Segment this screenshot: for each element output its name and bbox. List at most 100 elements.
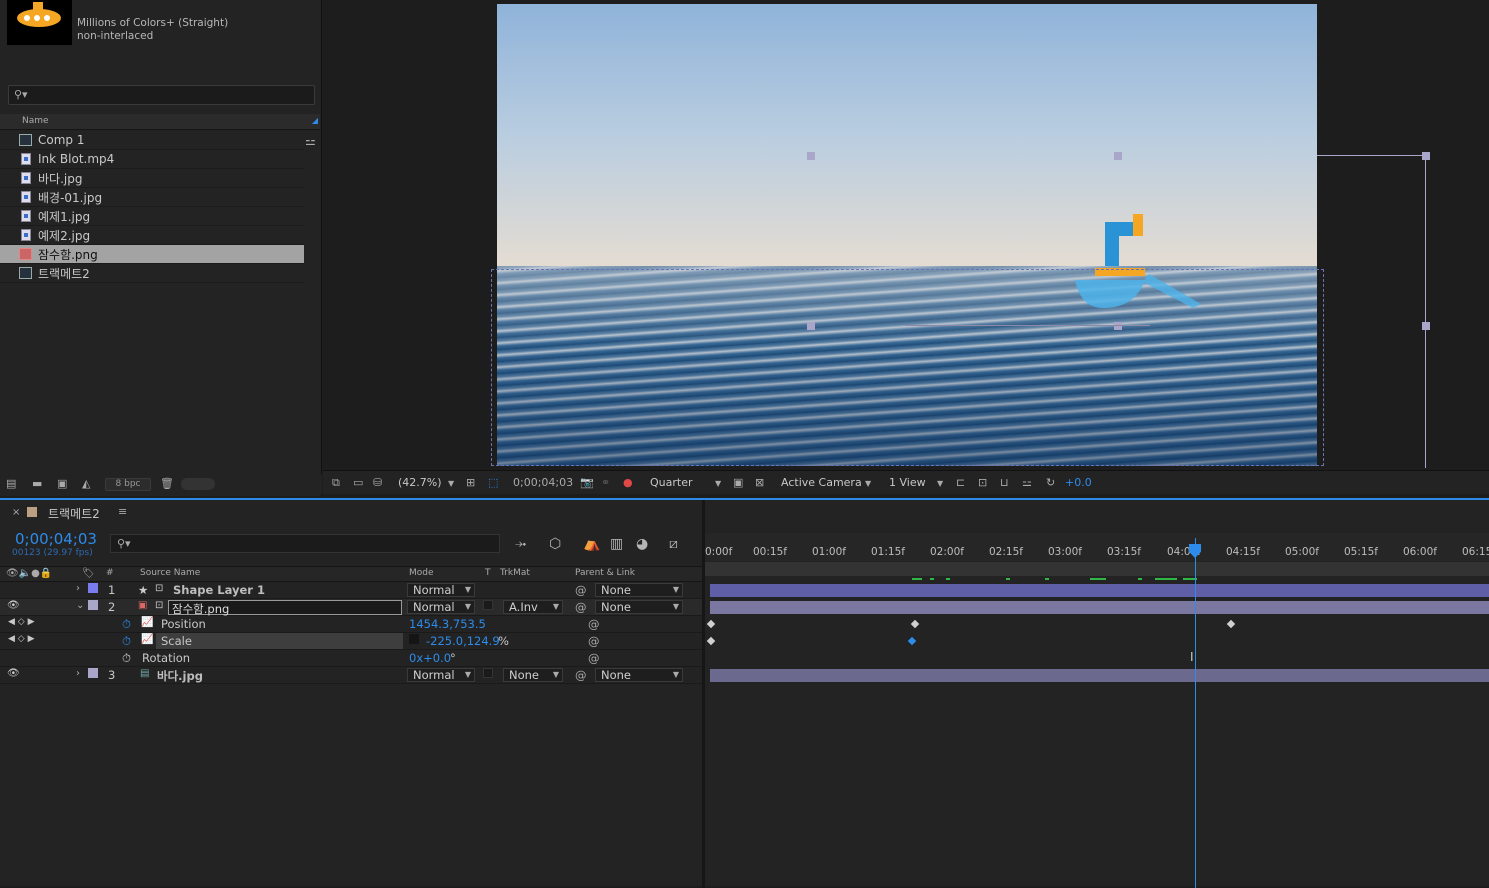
- rotation-value[interactable]: 0x+0.0: [409, 651, 451, 665]
- graph-editor-icon[interactable]: ⧄: [669, 536, 678, 552]
- pick-whip-icon[interactable]: @: [588, 651, 600, 665]
- layer-label-color[interactable]: [88, 583, 98, 593]
- toggle-pixel-aspect-icon[interactable]: ⊏: [956, 476, 965, 489]
- position-value[interactable]: 1454.3,753.5: [409, 617, 486, 631]
- layer-name[interactable]: 바다.jpg: [157, 668, 203, 684]
- current-time-indicator[interactable]: [1195, 538, 1196, 888]
- layer-label-color[interactable]: [88, 668, 98, 678]
- parent-dropdown[interactable]: None ▼: [595, 583, 683, 597]
- close-tab-icon[interactable]: ×: [12, 507, 20, 518]
- scale-value[interactable]: -225.0,124.9: [426, 634, 500, 648]
- blend-mode-dropdown[interactable]: Normal ▼: [407, 600, 475, 614]
- preserve-transparency-toggle[interactable]: [483, 600, 493, 610]
- keyframe-navigator-icon[interactable]: ◀ ◇ ▶: [8, 634, 35, 644]
- property-row[interactable]: ◀ ◇ ▶ ⏱ 📈 Position 1454.3,753.5 @: [0, 616, 702, 633]
- track-matte-dropdown[interactable]: A.Inv ▼: [503, 600, 563, 614]
- shy-layers-icon[interactable]: ⛺: [583, 536, 600, 552]
- time-ruler[interactable]: 0:00f 00:15f 01:00f 01:15f 02:00f 02:15f…: [705, 533, 1489, 561]
- preserve-transparency-toggle[interactable]: [483, 668, 493, 678]
- transform-handle[interactable]: [807, 322, 815, 330]
- layer-duration-bar[interactable]: [710, 601, 1489, 614]
- fast-preview-icon[interactable]: ⊡: [978, 476, 987, 489]
- transform-handle[interactable]: [1422, 152, 1430, 160]
- project-item[interactable]: Comp 1: [0, 131, 304, 150]
- zoom-dropdown[interactable]: (42.7%): [398, 476, 442, 489]
- property-row[interactable]: ◀ ◇ ▶ ⏱ 📈 Scale -225.0,124.9 % @: [0, 633, 702, 650]
- visibility-eye-icon[interactable]: 👁: [7, 668, 20, 679]
- adjust-settings-icon[interactable]: ◭: [82, 477, 90, 490]
- project-item[interactable]: 배경-01.jpg: [0, 188, 304, 207]
- keyframe[interactable]: [1226, 619, 1236, 629]
- layer-label-color[interactable]: [88, 600, 98, 610]
- trash-icon[interactable]: 🗑: [160, 477, 174, 490]
- new-comp-icon[interactable]: ▣: [57, 477, 67, 490]
- transform-handle[interactable]: [1422, 322, 1430, 330]
- layer-name[interactable]: 잠수함.png: [168, 600, 402, 616]
- visibility-eye-icon[interactable]: 👁: [7, 600, 20, 611]
- draft-3d-icon[interactable]: ⬡: [549, 536, 561, 552]
- project-item[interactable]: 예제1.jpg: [0, 207, 304, 226]
- always-preview-icon[interactable]: ⧉: [332, 476, 340, 490]
- 3d-view-icon[interactable]: ⊠: [755, 476, 764, 489]
- resolution-dropdown[interactable]: Quarter: [650, 476, 693, 489]
- viewer-timecode[interactable]: 0;00;04;03: [513, 476, 573, 489]
- project-item[interactable]: 바다.jpg: [0, 169, 304, 188]
- expand-chevron-icon[interactable]: ›: [76, 583, 80, 594]
- pick-whip-icon[interactable]: @: [588, 634, 600, 648]
- grid-guide-icon[interactable]: ⊞: [466, 476, 475, 489]
- interpret-footage-icon[interactable]: ▤: [6, 477, 16, 490]
- composition-mini-flowchart-icon[interactable]: ⤞: [515, 536, 526, 552]
- exposure-value[interactable]: +0.0: [1065, 476, 1092, 489]
- motion-blur-icon[interactable]: ◕: [636, 536, 648, 552]
- constrain-proportions-toggle[interactable]: [409, 634, 419, 644]
- reset-exposure-icon[interactable]: ↻: [1046, 476, 1055, 489]
- project-item[interactable]: 트랙메트2: [0, 264, 304, 283]
- timeline-icon[interactable]: ⊔: [1000, 476, 1009, 489]
- stopwatch-icon[interactable]: ⏱: [122, 634, 131, 649]
- layer-row[interactable]: 👁 › 3 ▤ 바다.jpg Normal ▼ None ▼ @ None ▼: [0, 667, 702, 684]
- keyframe-navigator-icon[interactable]: ◀ ◇ ▶: [8, 617, 35, 627]
- property-row[interactable]: ⏱ Rotation 0x+0.0 ° @: [0, 650, 702, 667]
- work-area-bar[interactable]: [705, 562, 1489, 576]
- show-snapshot-icon[interactable]: ⚭: [601, 476, 610, 489]
- parent-dropdown[interactable]: None ▼: [595, 600, 683, 614]
- mask-visibility-icon[interactable]: ⛁: [373, 476, 382, 489]
- sort-triangle-icon[interactable]: ◢: [312, 116, 318, 125]
- snapshot-icon[interactable]: 📷: [580, 476, 594, 489]
- blend-mode-dropdown[interactable]: Normal ▼: [407, 583, 475, 597]
- layer-name[interactable]: Shape Layer 1: [173, 583, 265, 597]
- keyframe[interactable]: [706, 636, 716, 646]
- frame-blending-icon[interactable]: ▥: [610, 536, 623, 552]
- project-item[interactable]: Ink Blot.mp4: [0, 150, 304, 169]
- project-search-input[interactable]: ⚲▾: [8, 85, 315, 105]
- camera-dropdown[interactable]: Active Camera: [781, 476, 862, 489]
- monitor-icon[interactable]: ▭: [353, 476, 363, 489]
- flowchart-icon[interactable]: ⚍: [1022, 476, 1032, 489]
- layer-duration-bar[interactable]: [710, 584, 1489, 597]
- graph-icon[interactable]: 📈: [141, 617, 153, 628]
- stopwatch-icon[interactable]: ⏱: [122, 617, 131, 632]
- pick-whip-icon[interactable]: @: [588, 617, 600, 631]
- pick-whip-icon[interactable]: @: [575, 583, 587, 597]
- layer-row[interactable]: › 1 ★ ⊡ Shape Layer 1 Normal ▼ @ None ▼: [0, 582, 702, 599]
- project-column-header[interactable]: Name ◢: [0, 114, 320, 130]
- transform-handle[interactable]: [807, 152, 815, 160]
- color-channels-icon[interactable]: ●: [623, 476, 633, 489]
- view-layout-dropdown[interactable]: 1 View: [889, 476, 926, 489]
- source-name-column-label[interactable]: Source Name: [140, 568, 200, 578]
- keyframe[interactable]: [706, 619, 716, 629]
- blend-mode-dropdown[interactable]: Normal ▼: [407, 668, 475, 682]
- graph-icon[interactable]: 📈: [141, 634, 153, 645]
- keyframe-selected[interactable]: [907, 636, 917, 646]
- project-item-selected[interactable]: 잠수함.png: [0, 245, 304, 264]
- timeline-search-input[interactable]: ⚲▾: [110, 534, 500, 553]
- current-time-display[interactable]: 0;00;04;03: [15, 530, 97, 548]
- track-matte-dropdown[interactable]: None ▼: [503, 668, 563, 682]
- menu-icon[interactable]: ≡: [118, 505, 127, 518]
- layer-duration-bar[interactable]: [710, 669, 1489, 682]
- transparency-grid-icon[interactable]: ▣: [733, 476, 743, 489]
- av-switches-icon[interactable]: 👁🔈●🔒: [6, 568, 52, 579]
- transform-handle[interactable]: [1114, 152, 1122, 160]
- anchor-point-handle[interactable]: [1114, 322, 1122, 330]
- collapse-chevron-icon[interactable]: ⌄: [76, 600, 84, 611]
